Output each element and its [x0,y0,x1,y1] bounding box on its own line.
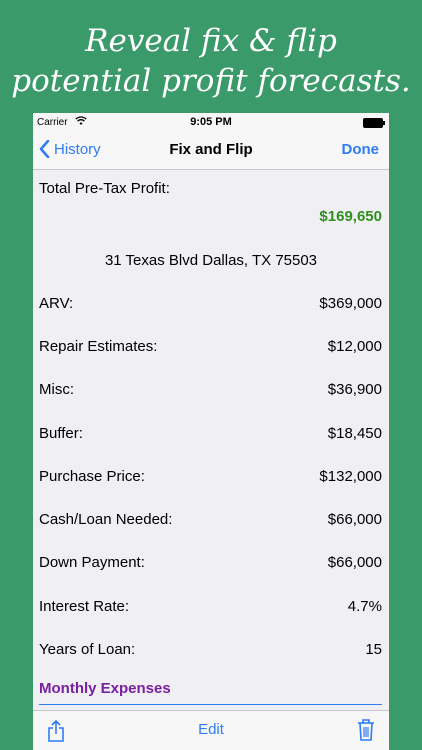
battery-icon [363,118,385,128]
row-repair-estimates: Repair Estimates: $12,000 [39,335,382,359]
row-label: Years of Loan: [39,641,136,658]
row-cash-loan-needed: Cash/Loan Needed: $66,000 [39,508,382,532]
row-value: $66,000 [327,554,382,571]
navigation-bar: History Fix and Flip Done [33,133,389,170]
phone-screen: Carrier 9:05 PM History Fix and Flip Don… [33,113,389,750]
headline-line-1: Reveal fix & flip [85,23,337,59]
row-label: Purchase Price: [39,468,145,485]
row-value: 15 [365,641,382,658]
property-address: 31 Texas Blvd Dallas, TX 75503 [104,252,318,269]
share-button[interactable] [47,719,65,748]
row-purchase-price: Purchase Price: $132,000 [39,465,382,489]
row-label: ARV: [39,295,74,312]
done-button[interactable]: Done [342,141,380,158]
row-years-of-loan: Years of Loan: 15 [39,638,382,662]
row-value: $132,000 [319,468,382,485]
row-value: $66,000 [327,511,382,528]
profit-label: Total Pre-Tax Profit: [39,180,170,197]
row-interest-rate: Interest Rate: 4.7% [39,595,382,619]
edit-button-wrap: Edit [33,721,389,738]
row-value: $369,000 [319,295,382,312]
row-value: $36,900 [327,381,382,398]
row-label: Buffer: [39,425,83,442]
row-label: Cash/Loan Needed: [39,511,173,528]
section-divider [39,704,382,705]
edit-button[interactable]: Edit [198,721,224,738]
headline-line-2: potential profit forecasts. [11,63,411,99]
nav-title: Fix and Flip [169,141,253,158]
row-down-payment: Down Payment: $66,000 [39,551,382,575]
share-icon [48,720,64,742]
trash-icon [358,719,374,741]
row-buffer: Buffer: $18,450 [39,422,382,446]
row-value: $18,450 [327,425,382,442]
row-label: Interest Rate: [39,598,130,615]
row-value: 4.7% [347,598,382,615]
section-monthly-expenses: Monthly Expenses [39,680,171,697]
row-value: $12,000 [327,338,382,355]
row-label: Down Payment: [39,554,145,571]
profit-value: $169,650 [319,208,382,225]
row-label: Misc: [39,381,74,398]
status-bar: Carrier 9:05 PM [33,113,389,133]
bottom-toolbar: Edit [33,710,389,750]
profit-row: Total Pre-Tax Profit: [39,177,382,201]
row-misc: Misc: $36,900 [39,378,382,402]
row-arv: ARV: $369,000 [39,292,382,316]
delete-button[interactable] [357,718,375,747]
status-time: 9:05 PM [190,116,232,128]
row-label: Repair Estimates: [39,338,158,355]
detail-content: Total Pre-Tax Profit: $169,650 31 Texas … [33,170,389,710]
